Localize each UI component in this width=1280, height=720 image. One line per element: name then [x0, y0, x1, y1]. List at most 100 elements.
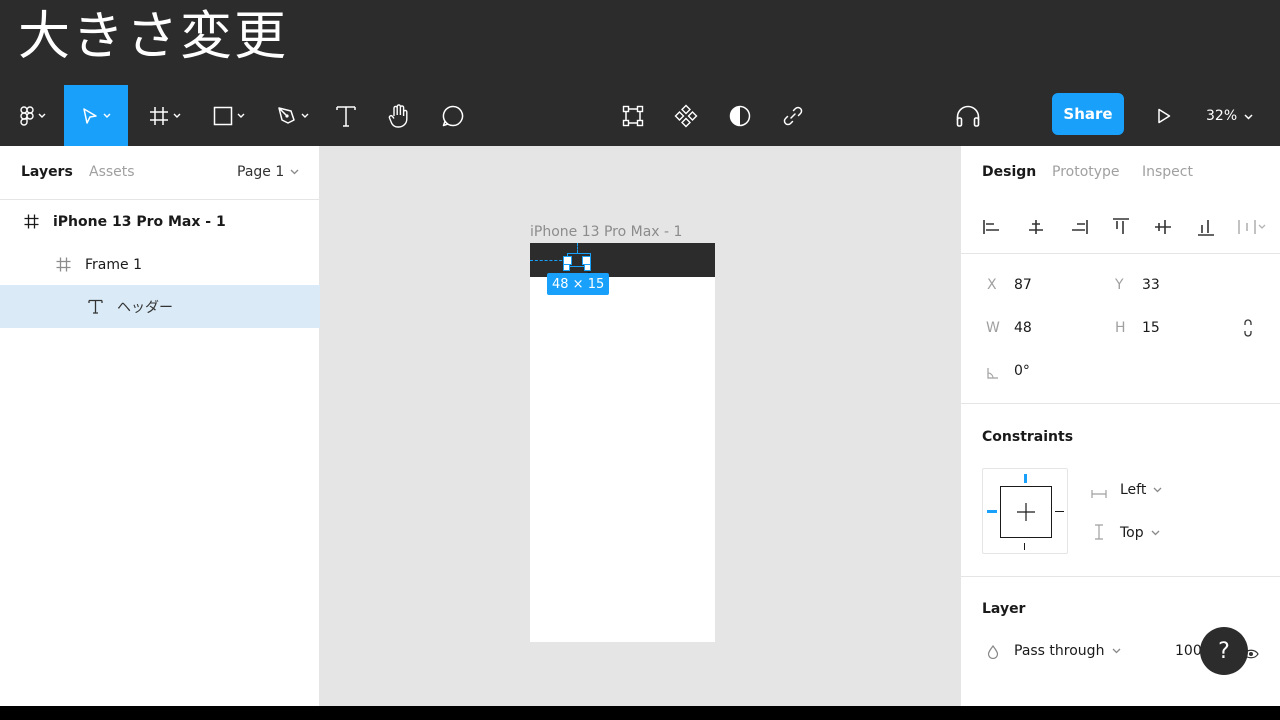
layer-name: ヘッダー [117, 299, 173, 316]
comment-icon [442, 105, 464, 127]
mask-icon [729, 105, 751, 127]
x-input[interactable]: 87 [1014, 277, 1032, 293]
create-component-button[interactable] [671, 85, 701, 146]
x-label: X [987, 277, 997, 293]
horizontal-constraint-icon [1091, 484, 1107, 503]
constraint-right-indicator[interactable] [1055, 511, 1064, 512]
horizontal-constraint-dropdown[interactable]: Left [1120, 482, 1162, 498]
pen-tool-button[interactable] [268, 85, 318, 146]
tab-inspect[interactable]: Inspect [1142, 164, 1193, 180]
headphones-icon [955, 105, 981, 127]
chevron-down-icon [1153, 487, 1162, 493]
move-icon [81, 107, 99, 125]
width-input[interactable]: 48 [1014, 320, 1032, 336]
constraints-title: Constraints [982, 429, 1074, 445]
measure-guide-vertical [577, 243, 578, 253]
resize-handle-bottom-left[interactable] [563, 264, 570, 271]
tab-prototype[interactable]: Prototype [1052, 164, 1120, 180]
frame-label[interactable]: iPhone 13 Pro Max - 1 [530, 224, 682, 240]
hand-icon [388, 103, 410, 128]
use-as-mask-button[interactable] [725, 85, 755, 146]
iphone-frame[interactable]: 48 × 15 [530, 243, 715, 642]
y-label: Y [1115, 277, 1124, 293]
align-bottom-icon[interactable] [1195, 216, 1217, 238]
share-button[interactable]: Share [1052, 93, 1124, 135]
dimension-badge: 48 × 15 [547, 273, 610, 295]
chevron-down-icon [1244, 108, 1253, 124]
divider [961, 403, 1280, 404]
measure-guide-horizontal [530, 260, 567, 261]
constraint-bottom-indicator[interactable] [1024, 543, 1025, 550]
blend-mode-dropdown[interactable]: Pass through [1014, 643, 1121, 659]
chevron-down-icon [301, 113, 309, 119]
layer-row[interactable]: iPhone 13 Pro Max - 1 [0, 200, 320, 243]
constrain-proportions-icon[interactable] [1243, 318, 1253, 342]
toolbar: Share 32% [0, 85, 1280, 146]
constraint-top-indicator[interactable] [1024, 474, 1027, 483]
shape-tool-button[interactable] [204, 85, 254, 146]
text-tool-button[interactable] [330, 85, 362, 146]
vertical-constraint-dropdown[interactable]: Top [1120, 525, 1160, 541]
resize-to-fit-button[interactable] [618, 85, 648, 146]
chevron-down-icon [1151, 530, 1160, 536]
chevron-down-icon [103, 113, 111, 119]
constraints-widget[interactable] [982, 468, 1068, 554]
divider [961, 576, 1280, 577]
rotation-icon [987, 364, 999, 383]
layer-row[interactable]: Frame 1 [0, 243, 320, 286]
audio-button[interactable] [952, 85, 984, 146]
move-tool-button[interactable] [64, 85, 128, 146]
page-label: Page 1 [237, 164, 285, 180]
distribute-icon[interactable] [1235, 216, 1269, 238]
chevron-down-icon [290, 169, 299, 175]
main-menu-button[interactable] [8, 85, 58, 146]
blend-mode-value: Pass through [1014, 643, 1105, 659]
y-input[interactable]: 33 [1142, 277, 1160, 293]
constraints-inner-box [1000, 486, 1052, 538]
left-panel-tabs: Layers Assets Page 1 [0, 146, 320, 200]
rotation-input[interactable]: 0° [1014, 363, 1030, 379]
component-icon [674, 104, 698, 128]
pen-icon [277, 106, 297, 126]
chevron-down-icon [173, 113, 181, 119]
design-panel: Design Prototype Inspect X 87 Y 33 W 48 … [960, 146, 1280, 706]
zoom-level: 32% [1206, 107, 1238, 124]
comment-tool-button[interactable] [436, 85, 470, 146]
align-vertical-center-icon[interactable] [1152, 216, 1174, 238]
h-label: H [1115, 320, 1126, 336]
text-icon [88, 299, 103, 314]
video-caption: 大きさ変更 [18, 7, 289, 67]
figma-menu-icon [20, 105, 34, 126]
copy-link-button[interactable] [778, 85, 808, 146]
chevron-down-icon [38, 113, 46, 119]
opacity-input[interactable]: 100 [1175, 643, 1202, 659]
frame-tool-button[interactable] [140, 85, 190, 146]
align-left-icon[interactable] [981, 216, 1003, 238]
tab-layers[interactable]: Layers [21, 164, 73, 180]
constraint-left-indicator[interactable] [987, 510, 997, 513]
frame-icon [56, 257, 71, 272]
chevron-down-icon [237, 113, 245, 119]
tab-design[interactable]: Design [982, 164, 1036, 180]
align-horizontal-center-icon[interactable] [1025, 216, 1047, 238]
height-input[interactable]: 15 [1142, 320, 1160, 336]
vertical-constraint-icon [1094, 524, 1104, 544]
w-label: W [986, 320, 1000, 336]
align-top-icon[interactable] [1110, 216, 1132, 238]
layer-section-title: Layer [982, 601, 1026, 617]
hand-tool-button[interactable] [382, 85, 416, 146]
page-selector[interactable]: Page 1 [237, 164, 299, 180]
blend-mode-icon [987, 644, 999, 663]
align-right-icon[interactable] [1068, 216, 1090, 238]
zoom-dropdown[interactable]: 32% [1206, 85, 1253, 146]
layer-name: Frame 1 [85, 256, 142, 273]
constraint-h-value: Left [1120, 482, 1147, 498]
resize-icon [622, 105, 644, 127]
layer-row-selected[interactable]: ヘッダー [0, 285, 320, 328]
help-button[interactable]: ? [1200, 627, 1248, 675]
tab-assets[interactable]: Assets [89, 164, 135, 180]
present-button[interactable] [1150, 85, 1178, 146]
rectangle-icon [213, 106, 233, 126]
canvas[interactable]: iPhone 13 Pro Max - 1 48 × 15 [320, 146, 960, 706]
header-frame[interactable]: 48 × 15 [530, 243, 715, 295]
